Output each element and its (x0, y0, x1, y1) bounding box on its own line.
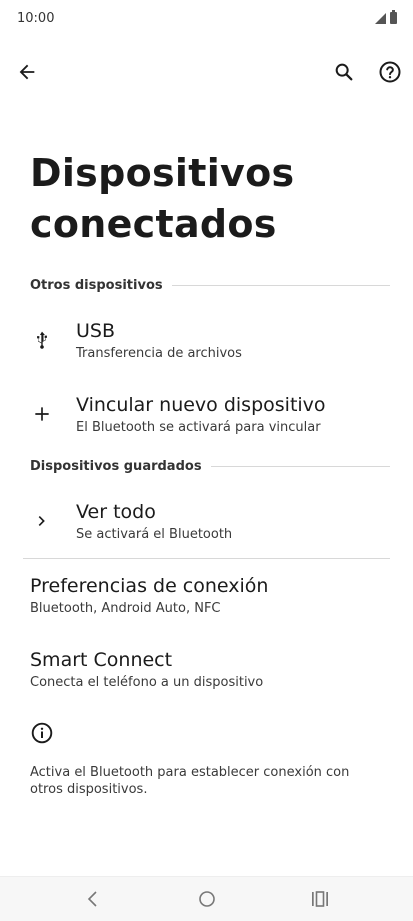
search-button[interactable] (324, 52, 364, 92)
navigation-bar (0, 876, 413, 921)
smart-connect-row[interactable]: Smart Connect Conecta el teléfono a un d… (0, 642, 413, 702)
usb-icon (28, 326, 56, 354)
smart-connect-title: Smart Connect (30, 649, 173, 671)
status-bar: 10:00 (0, 0, 413, 36)
section-divider (171, 285, 390, 286)
back-arrow-icon (19, 64, 35, 80)
search-icon (335, 63, 353, 81)
help-button[interactable] (370, 52, 410, 92)
battery-icon (390, 10, 397, 24)
nav-recents-icon (312, 891, 328, 907)
nav-back-icon (87, 891, 97, 907)
nav-back-button[interactable] (75, 885, 111, 913)
help-icon (379, 61, 401, 83)
divider (23, 558, 390, 559)
nav-recents-button[interactable] (302, 885, 338, 913)
section-header-label: Otros dispositivos (30, 278, 163, 293)
plus-icon (28, 400, 56, 428)
usb-title: USB (76, 320, 116, 342)
connection-preferences-row[interactable]: Preferencias de conexión Bluetooth, Andr… (0, 568, 413, 628)
pair-title: Vincular nuevo dispositivo (76, 394, 326, 416)
bluetooth-info-text: Activa el Bluetooth para establecer cone… (30, 765, 350, 797)
info-icon (30, 721, 54, 745)
connection-preferences-subtitle: Bluetooth, Android Auto, NFC (30, 601, 221, 616)
see-all-subtitle: Se activará el Bluetooth (76, 527, 233, 542)
status-icons (375, 10, 397, 24)
section-header-other: Otros dispositivos (30, 278, 390, 293)
connection-preferences-title: Preferencias de conexión (30, 575, 269, 597)
chevron-right-icon (28, 507, 56, 535)
section-header-label: Dispositivos guardados (30, 459, 202, 474)
back-button[interactable] (7, 52, 47, 92)
pair-subtitle: El Bluetooth se activará para vincular (76, 420, 321, 435)
usb-subtitle: Transferencia de archivos (76, 346, 242, 361)
nav-home-button[interactable] (189, 885, 225, 913)
section-header-saved: Dispositivos guardados (30, 459, 390, 474)
section-divider (210, 466, 390, 467)
signal-icon (375, 13, 386, 24)
page-title: Dispositivos conectados (30, 151, 295, 246)
usb-row[interactable]: USB Transferencia de archivos (0, 312, 413, 374)
see-all-title: Ver todo (76, 501, 156, 523)
pair-new-device-row[interactable]: Vincular nuevo dispositivo El Bluetooth … (0, 386, 413, 448)
see-all-row[interactable]: Ver todo Se activará el Bluetooth (0, 494, 413, 554)
status-time: 10:00 (17, 11, 55, 26)
smart-connect-subtitle: Conecta el teléfono a un dispositivo (30, 675, 264, 690)
nav-home-icon (199, 891, 215, 907)
